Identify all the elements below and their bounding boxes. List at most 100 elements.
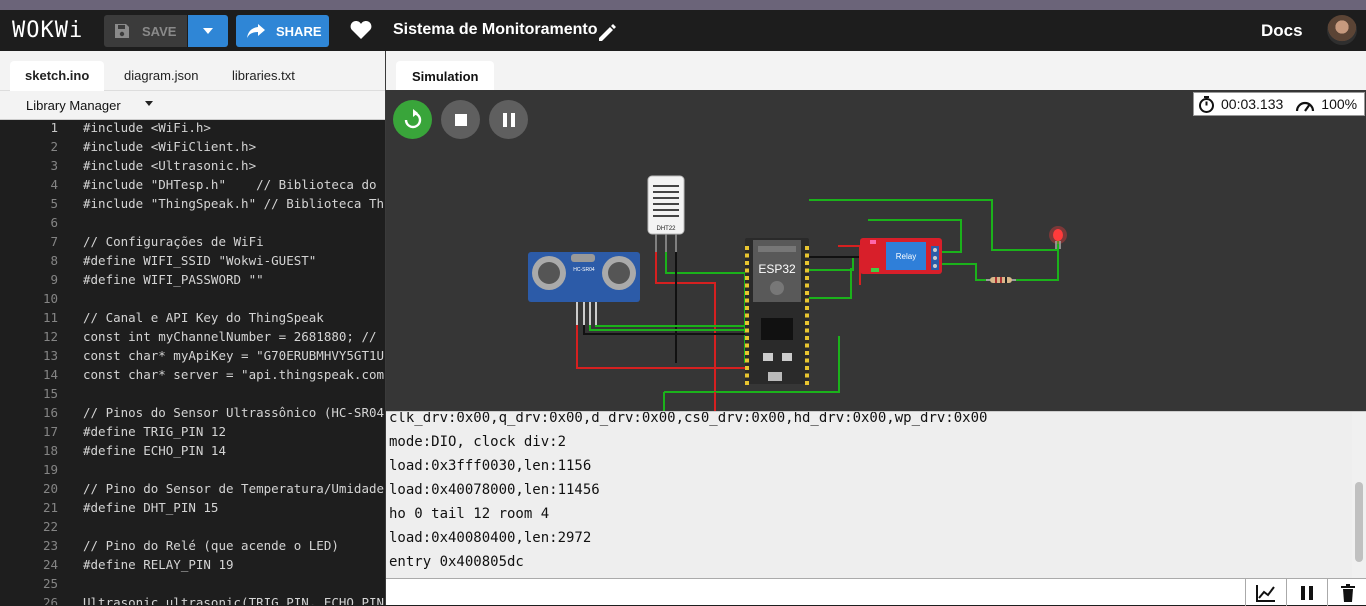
line-number: 25 xyxy=(42,576,58,591)
code-line[interactable]: 26 Ultrasonic ultrasonic(TRIG_PIN, ECHO_P… xyxy=(0,595,385,605)
esp32-pin xyxy=(745,373,749,378)
wokwi-logo[interactable]: WOKWi xyxy=(12,18,83,43)
code-text[interactable]: #define WIFI_SSID "Wokwi-GUEST" xyxy=(83,253,316,268)
code-text[interactable]: #include <WiFi.h> xyxy=(83,120,211,135)
code-text[interactable]: #define RELAY_PIN 19 xyxy=(83,557,234,572)
tab-sketch-ino[interactable]: sketch.ino xyxy=(10,61,105,91)
project-title[interactable]: Sistema de Monitoramento xyxy=(393,21,597,39)
code-line[interactable]: 4 #include "DHTesp.h" // Biblioteca do xyxy=(0,177,385,196)
code-line[interactable]: 8 #define WIFI_SSID "Wokwi-GUEST" xyxy=(0,253,385,272)
plotter-button[interactable] xyxy=(1245,579,1285,606)
tab-diagram-json[interactable]: diagram.json xyxy=(109,61,213,91)
esp32-pin xyxy=(805,246,809,250)
code-text[interactable]: const char* myApiKey = "G70ERUBMHVY5GT1U xyxy=(83,348,384,363)
esp32-pin xyxy=(745,306,749,310)
code-line[interactable]: 9 #define WIFI_PASSWORD "" xyxy=(0,272,385,291)
share-button[interactable]: SHARE xyxy=(236,15,329,47)
code-text[interactable]: #include "ThingSpeak.h" // Biblioteca Th xyxy=(83,196,384,211)
code-line[interactable]: 13 const char* myApiKey = "G70ERUBMHVY5GT… xyxy=(0,348,385,367)
code-text[interactable]: #define DHT_PIN 15 xyxy=(83,500,218,515)
code-text[interactable]: // Configurações de WiFi xyxy=(83,234,264,249)
esp32-pin xyxy=(805,276,809,280)
esp32-pin xyxy=(745,328,749,333)
tab-simulation[interactable]: Simulation xyxy=(396,61,495,90)
code-line[interactable]: 6 xyxy=(0,215,385,234)
code-text[interactable]: #include <WiFiClient.h> xyxy=(83,139,256,154)
code-line[interactable]: 20 // Pino do Sensor de Temperatura/Umida… xyxy=(0,481,385,500)
scrollbar-thumb[interactable] xyxy=(1355,482,1363,562)
code-text[interactable]: // Pino do Sensor de Temperatura/Umidade xyxy=(83,481,384,496)
code-text[interactable]: // Pino do Relé (que acende o LED) xyxy=(83,538,339,553)
heart-icon[interactable] xyxy=(350,20,372,40)
code-text[interactable]: #define TRIG_PIN 12 xyxy=(83,424,226,439)
code-text[interactable]: Ultrasonic ultrasonic(TRIG_PIN, ECHO_PIN xyxy=(83,595,384,605)
share-label: SHARE xyxy=(276,23,322,39)
clear-serial-button[interactable] xyxy=(1327,579,1366,606)
code-text[interactable]: #include <Ultrasonic.h> xyxy=(83,158,256,173)
user-avatar[interactable] xyxy=(1327,15,1357,45)
esp32-pin xyxy=(805,306,809,310)
save-label: SAVE xyxy=(142,23,177,39)
code-text[interactable]: #include "DHTesp.h" // Biblioteca do xyxy=(83,177,377,192)
code-line[interactable]: 14 const char* server = "api.thingspeak.c… xyxy=(0,367,385,386)
code-text[interactable]: #define ECHO_PIN 14 xyxy=(83,443,226,458)
line-number: 19 xyxy=(42,462,58,477)
code-line[interactable]: 23 // Pino do Relé (que acende o LED) xyxy=(0,538,385,557)
circuit-diagram: DHT22 HC-SR04 ESP32 Relay xyxy=(528,175,1067,411)
serial-scrollbar[interactable] xyxy=(1352,412,1366,578)
line-number: 11 xyxy=(42,310,58,325)
esp32-pin xyxy=(745,261,749,265)
serial-toolbar xyxy=(386,578,1366,606)
line-number: 5 xyxy=(50,196,58,211)
esp32-pin xyxy=(745,298,749,303)
code-line[interactable]: 22 xyxy=(0,519,385,538)
save-button[interactable]: SAVE xyxy=(104,15,187,47)
serial-monitor[interactable]: clk_drv:0x00,q_drv:0x00,d_drv:0x00,cs0_d… xyxy=(386,411,1366,578)
code-text[interactable]: #define WIFI_PASSWORD "" xyxy=(83,272,264,287)
code-area[interactable]: 1 #include <WiFi.h> 2 #include <WiFiClient.… xyxy=(0,120,385,605)
relay-module: Relay xyxy=(860,238,942,274)
line-number: 15 xyxy=(42,386,58,401)
code-text[interactable]: const char* server = "api.thingspeak.com xyxy=(83,367,384,382)
line-number: 13 xyxy=(42,348,58,363)
code-line[interactable]: 2 #include <WiFiClient.h> xyxy=(0,139,385,158)
code-line[interactable]: 7 // Configurações de WiFi xyxy=(0,234,385,253)
code-line[interactable]: 11 // Canal e API Key do ThingSpeak xyxy=(0,310,385,329)
code-line[interactable]: 16 // Pinos do Sensor Ultrassônico (HC-SR… xyxy=(0,405,385,424)
code-line[interactable]: 24 #define RELAY_PIN 19 xyxy=(0,557,385,576)
hc-sr04-sensor: HC-SR04 xyxy=(528,252,640,325)
code-line[interactable]: 17 #define TRIG_PIN 12 xyxy=(0,424,385,443)
save-options-dropdown[interactable] xyxy=(188,15,228,47)
floppy-disk-icon xyxy=(115,24,129,38)
code-text[interactable]: const int myChannelNumber = 2681880; // xyxy=(83,329,377,344)
line-number: 21 xyxy=(42,500,58,515)
code-line[interactable]: 15 xyxy=(0,386,385,405)
line-number: 9 xyxy=(50,272,58,287)
serial-line: mode:DIO, clock div:2 xyxy=(389,434,567,450)
line-number: 3 xyxy=(50,158,58,173)
code-line[interactable]: 18 #define ECHO_PIN 14 xyxy=(0,443,385,462)
code-line[interactable]: 1 #include <WiFi.h> xyxy=(0,120,385,139)
code-line[interactable]: 12 const int myChannelNumber = 2681880; /… xyxy=(0,329,385,348)
code-text[interactable]: // Pinos do Sensor Ultrassônico (HC-SR04 xyxy=(83,405,384,420)
code-line[interactable]: 21 #define DHT_PIN 15 xyxy=(0,500,385,519)
code-text[interactable]: // Canal e API Key do ThingSpeak xyxy=(83,310,324,325)
code-line[interactable]: 3 #include <Ultrasonic.h> xyxy=(0,158,385,177)
esp32-pin xyxy=(805,336,809,340)
tab-libraries-txt[interactable]: libraries.txt xyxy=(217,61,310,91)
edit-pencil-icon[interactable] xyxy=(597,23,617,43)
esp32-pin xyxy=(745,336,749,340)
pause-serial-button[interactable] xyxy=(1286,579,1326,606)
esp32-pin xyxy=(805,298,809,303)
code-line[interactable]: 19 xyxy=(0,462,385,481)
code-line[interactable]: 10 xyxy=(0,291,385,310)
code-line[interactable]: 25 xyxy=(0,576,385,595)
line-number: 14 xyxy=(42,367,58,382)
simulation-canvas[interactable]: 00:03.133 100% DHT22 HC-SR04 ESP32 Relay xyxy=(386,90,1366,411)
library-manager-bar[interactable]: Library Manager xyxy=(0,91,385,120)
docs-link[interactable]: Docs xyxy=(1261,21,1303,41)
esp32-pin xyxy=(745,343,749,348)
serial-line: load:0x3fff0030,len:1156 xyxy=(389,458,592,474)
trash-icon xyxy=(1340,583,1355,602)
code-line[interactable]: 5 #include "ThingSpeak.h" // Biblioteca T… xyxy=(0,196,385,215)
